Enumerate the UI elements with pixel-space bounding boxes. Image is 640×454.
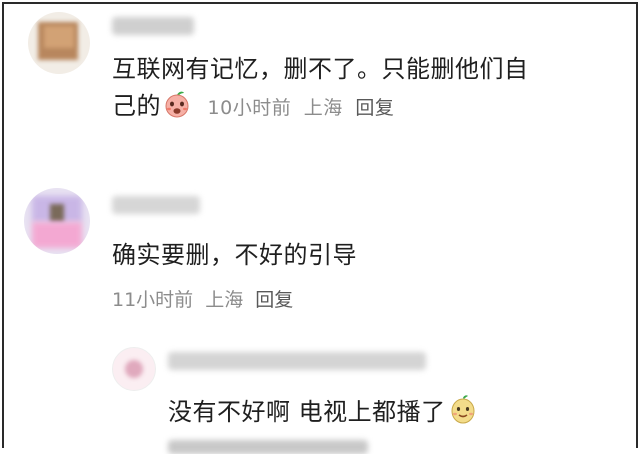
reply-text: 没有不好啊 电视上都播了 [168,394,478,427]
reply-button[interactable]: 回复 [355,97,394,119]
comment-meta: 11小时前 上海 回复 [112,288,299,312]
reply-button[interactable]: 回复 [255,289,293,311]
comment-location: 上海 [205,289,244,311]
comment-time: 11小时前 [112,289,194,311]
pear-face-emoji-icon [448,394,476,424]
peach-face-emoji-icon [163,90,191,118]
comment-text: 互联网有记忆，删不了。只能删他们自 己的 10小时前 上海 回复 [112,55,529,120]
avatar[interactable] [112,347,156,391]
username-blurred[interactable] [168,352,426,370]
avatar[interactable] [24,188,90,254]
avatar[interactable] [28,12,90,74]
reply-meta-blurred [168,440,368,454]
username-blurred[interactable] [112,196,200,214]
username-blurred[interactable] [112,17,194,35]
comment-text: 确实要删，不好的引导 [112,241,357,269]
comment-time: 10小时前 [207,97,292,119]
comment-location: 上海 [303,97,343,119]
